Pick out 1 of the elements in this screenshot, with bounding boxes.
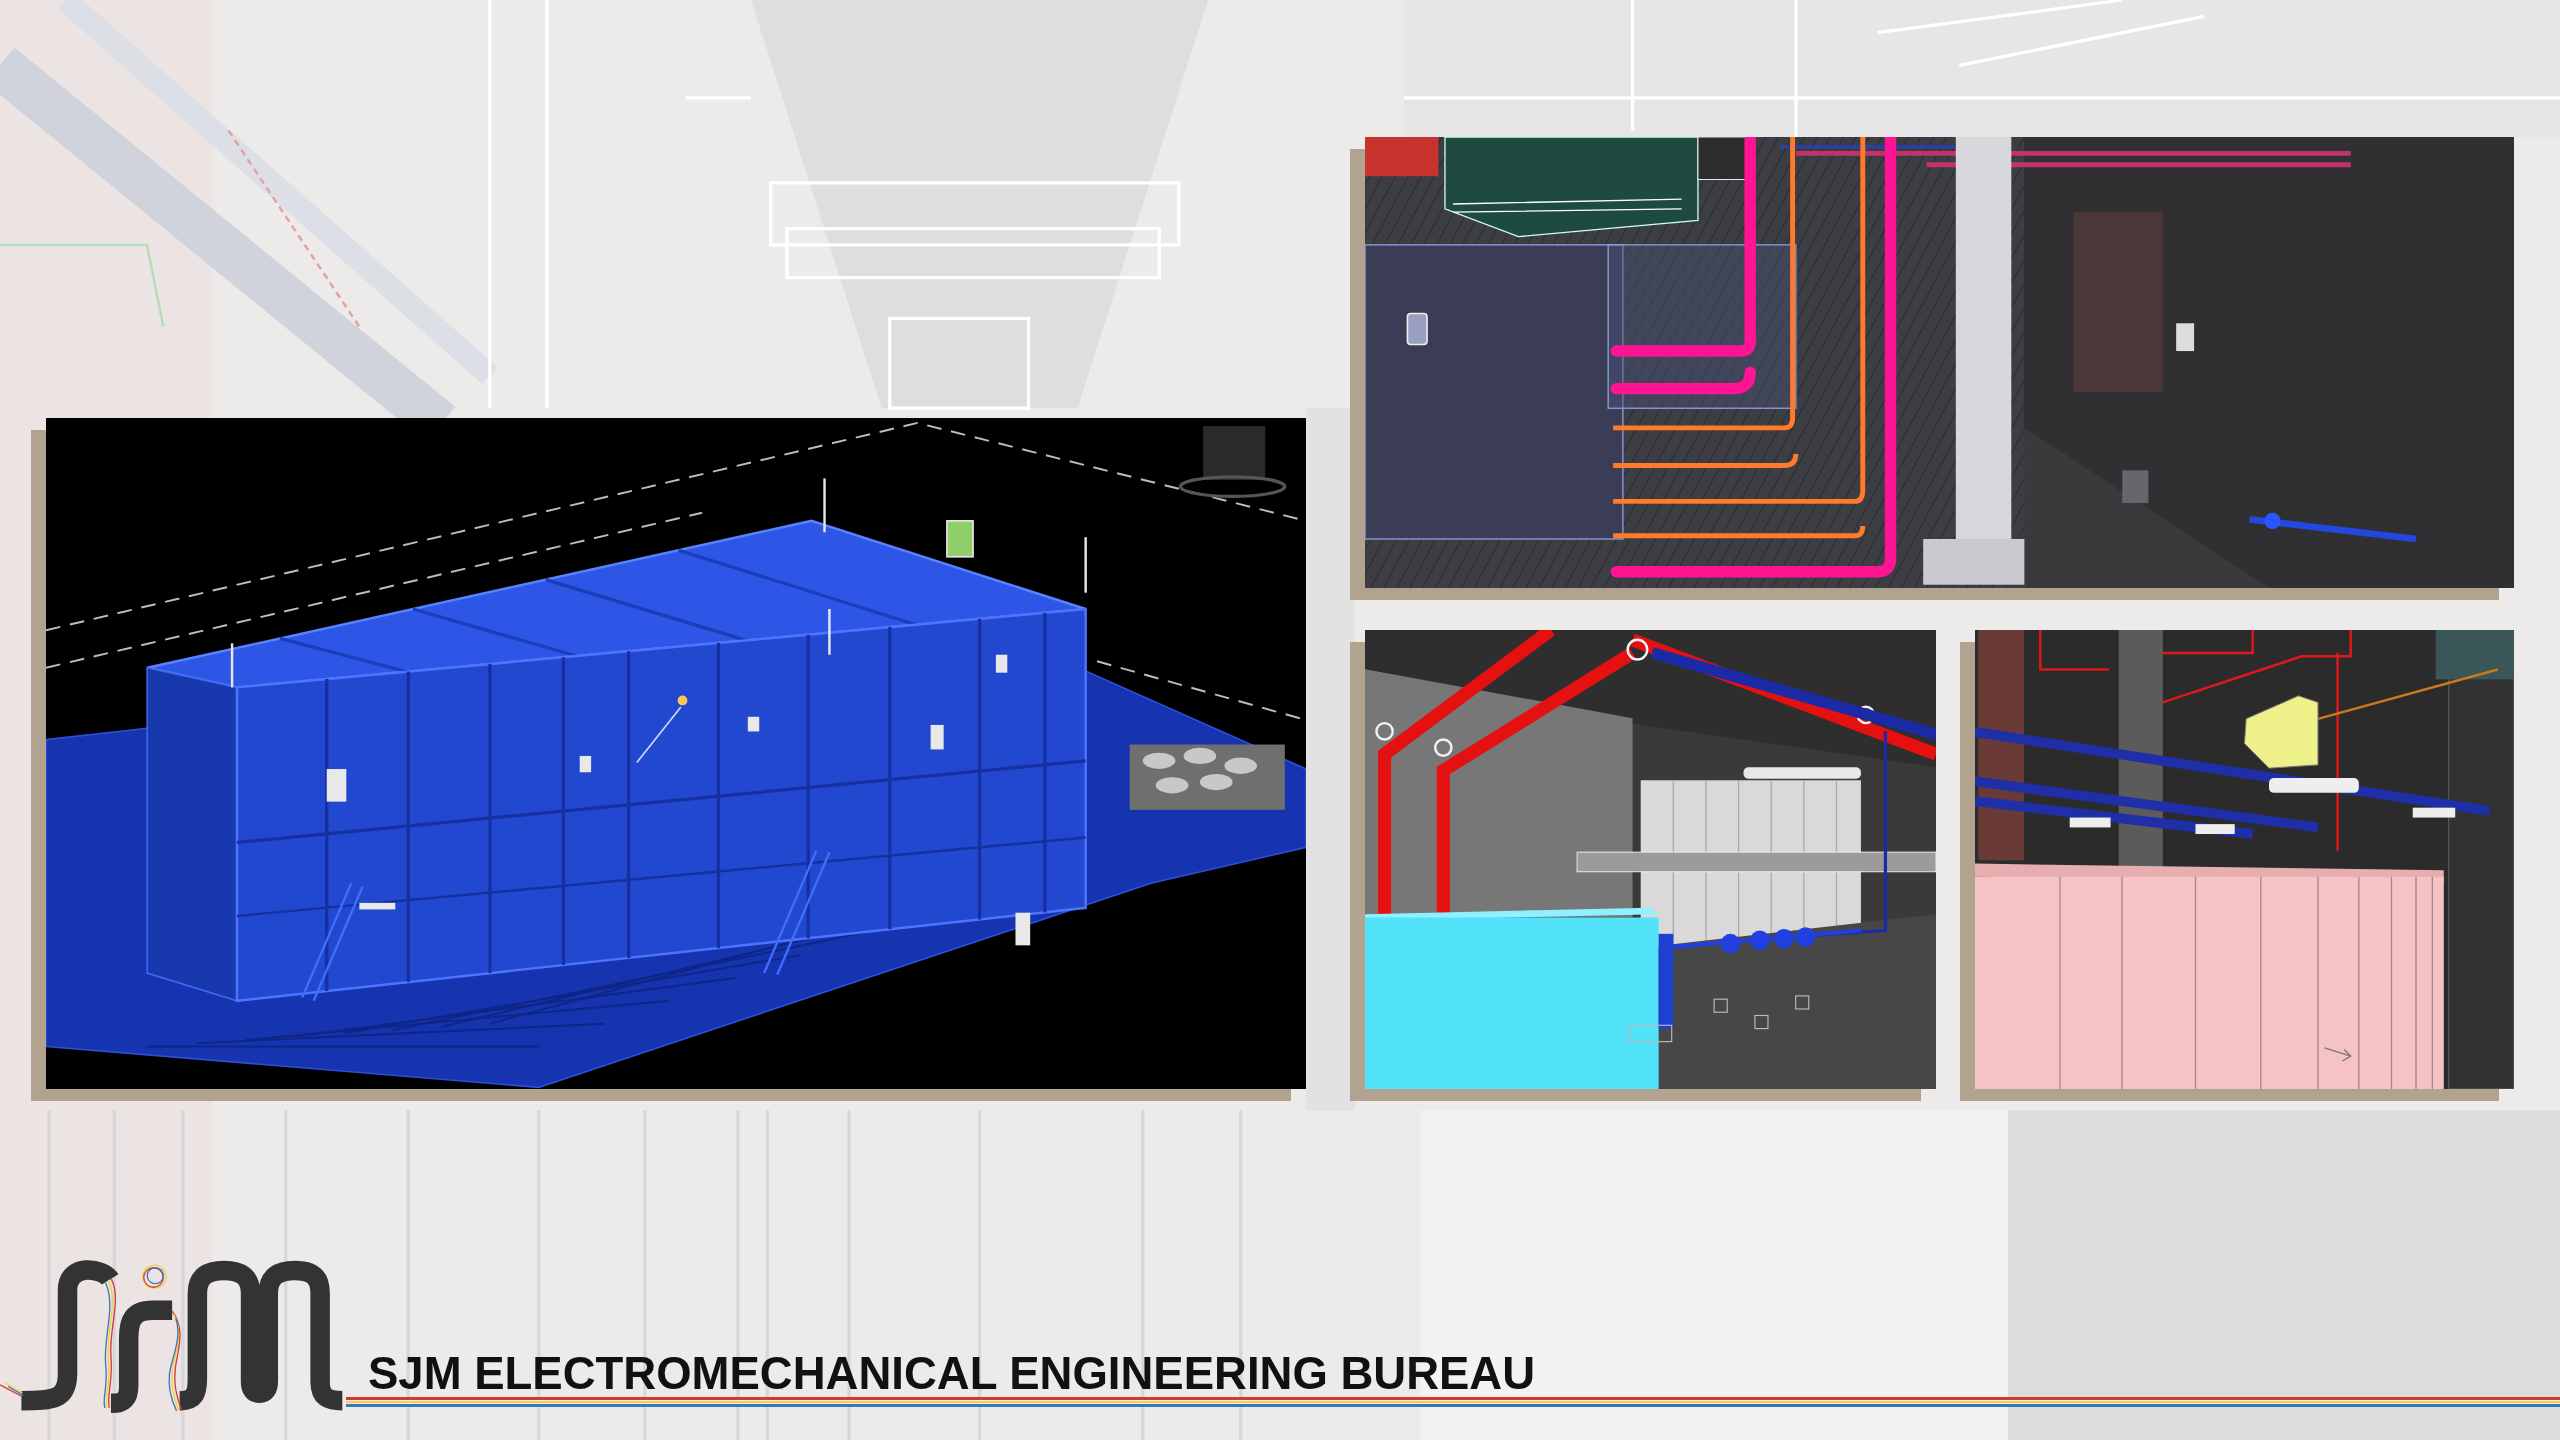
company-name: SJM ELECTROMECHANICAL ENGINEERING BUREAU <box>368 1350 1536 1396</box>
